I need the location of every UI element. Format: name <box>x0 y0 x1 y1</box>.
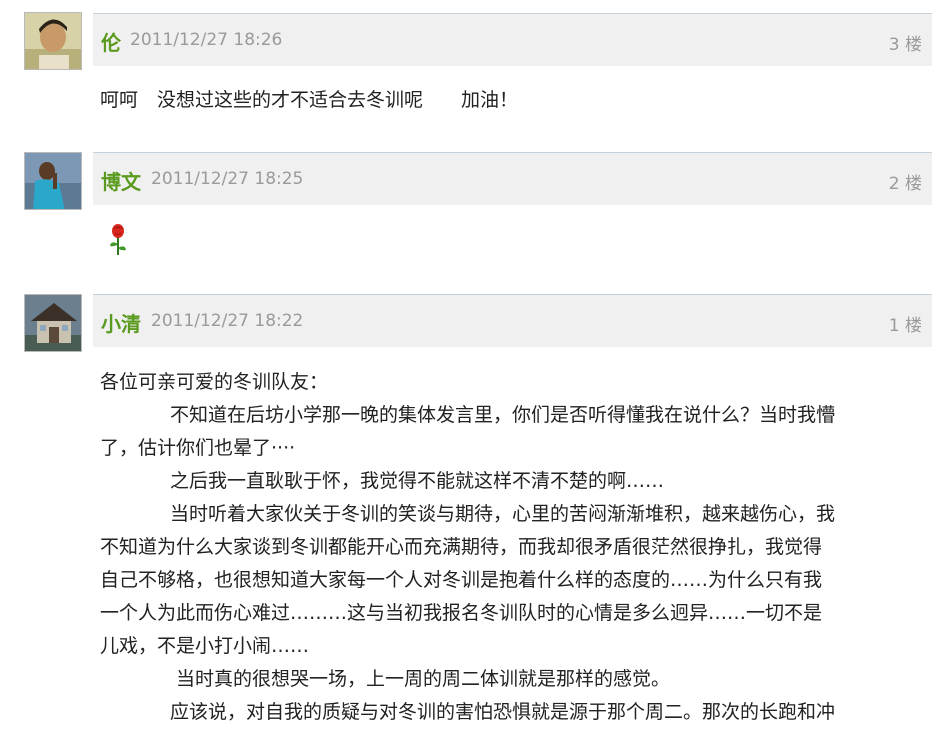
comment-paragraph: 应该说，对自我的质疑与对冬训的害怕恐惧就是源于那个周二。那次的长跑和冲 <box>170 701 836 723</box>
comment-timestamp: 2011/12/27 18:25 <box>151 169 304 189</box>
comment-paragraph: 儿戏，不是小打小闹…… <box>100 635 310 657</box>
user-avatar[interactable] <box>24 294 82 352</box>
comment-body <box>106 222 926 261</box>
user-avatar[interactable] <box>24 12 82 70</box>
comment-body: 各位可亲可爱的冬训队友： 不知道在后坊小学那一晚的集体发言里，你们是否听得懂我在… <box>100 366 920 729</box>
comment-paragraph: 不知道在后坊小学那一晚的集体发言里，你们是否听得懂我在说什么？当时我懵 <box>170 404 836 426</box>
comment-text: 呵呵 没想过这些的才不适合去冬训呢 加油！ <box>100 89 519 111</box>
comment-paragraph: 不知道为什么大家谈到冬训都能开心而充满期待，而我却很矛盾很茫然很挣扎，我觉得 <box>100 536 823 558</box>
comment-header: 伦 2011/12/27 18:26 3 楼 <box>93 13 932 66</box>
comment-timestamp: 2011/12/27 18:26 <box>130 30 283 50</box>
floor-number: 2 楼 <box>888 174 922 194</box>
comment-paragraph: 之后我一直耿耿于怀，我觉得不能就这样不清不楚的啊…… <box>170 470 665 492</box>
comment-paragraph: 当时真的很想哭一场，上一周的周二体训就是那样的感觉。 <box>176 668 671 690</box>
comment-paragraph: 当时听着大家伙关于冬训的笑谈与期待，心里的苦闷渐渐堆积，越来越伤心，我 <box>170 503 836 525</box>
floor-number: 3 楼 <box>888 35 922 55</box>
comment-paragraph: 各位可亲可爱的冬训队友： <box>100 371 329 393</box>
floor-number: 1 楼 <box>888 316 922 336</box>
username-link[interactable]: 博文 <box>101 166 141 195</box>
username-link[interactable]: 伦 <box>101 27 121 56</box>
comment-body: 呵呵 没想过这些的才不适合去冬训呢 加油！ <box>100 84 920 117</box>
comment-paragraph: 自己不够格，也很想知道大家每一个人对冬训是抱着什么样的态度的……为什么只有我 <box>100 569 823 591</box>
comment-header: 博文 2011/12/27 18:25 2 楼 <box>93 152 932 205</box>
comment-paragraph: 了，估计你们也晕了···· <box>100 437 296 459</box>
comment-paragraph: 一个人为此而伤心难过………这与当初我报名冬训队时的心情是多么迥异……一切不是 <box>100 602 823 624</box>
comment-timestamp: 2011/12/27 18:22 <box>151 311 304 331</box>
username-link[interactable]: 小清 <box>101 308 141 337</box>
user-avatar[interactable] <box>24 152 82 210</box>
rose-emoticon <box>110 224 126 255</box>
comment-header: 小清 2011/12/27 18:22 1 楼 <box>93 294 932 347</box>
comment-thread: { "comments": [ { "user": "伦", "time": "… <box>0 0 952 727</box>
